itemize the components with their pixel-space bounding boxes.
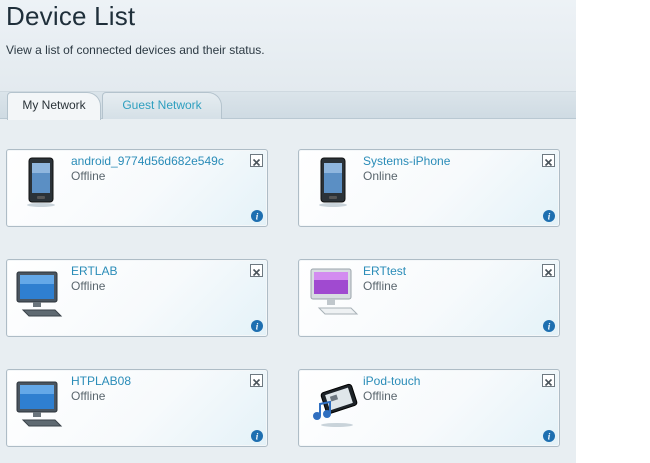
device-card[interactable]: HTPLAB08 Offline i [6,369,268,447]
device-status: Online [363,169,398,183]
close-icon [252,268,261,277]
device-status: Offline [363,279,398,293]
device-card[interactable]: android_9774d56d682e549c Offline i [6,149,268,227]
device-status: Offline [363,389,398,403]
device-grid: android_9774d56d682e549c Offline i Syste… [0,119,576,463]
page-title: Device List [6,1,136,31]
device-name[interactable]: HTPLAB08 [71,374,131,388]
device-card[interactable]: Systems-iPhone Online i [298,149,560,227]
close-icon [544,378,553,387]
info-icon[interactable]: i [543,210,555,222]
smartphone-icon [27,157,55,207]
close-icon [544,268,553,277]
remove-device-button[interactable] [542,374,555,387]
device-card[interactable]: iPod-touch Offline i [298,369,560,447]
tab-guest-network[interactable]: Guest Network [102,92,222,119]
close-icon [544,158,553,167]
info-icon[interactable]: i [251,320,263,332]
device-list-panel: Device List View a list of connected dev… [0,0,576,463]
remove-device-button[interactable] [250,264,263,277]
device-card[interactable]: ERTtest Offline i [298,259,560,337]
device-card[interactable]: ERTLAB Offline i [6,259,268,337]
device-name[interactable]: ERTtest [363,264,406,278]
page-header: Device List View a list of connected dev… [0,0,576,92]
device-status: Offline [71,389,106,403]
remove-device-button[interactable] [542,154,555,167]
device-name[interactable]: iPod-touch [363,374,420,388]
network-tabs: My Network Guest Network [0,92,576,120]
page-subtitle: View a list of connected devices and the… [6,43,265,57]
info-icon[interactable]: i [543,430,555,442]
smartphone-icon [319,157,347,207]
blank-area [576,0,650,463]
tab-my-network[interactable]: My Network [7,92,101,120]
info-icon[interactable]: i [251,210,263,222]
remove-device-button[interactable] [250,374,263,387]
imac-computer-icon [310,268,359,315]
close-icon [252,378,261,387]
device-name[interactable]: android_9774d56d682e549c [71,154,224,168]
media-player-icon [313,383,358,427]
info-icon[interactable]: i [543,320,555,332]
info-icon[interactable]: i [251,430,263,442]
device-name[interactable]: Systems-iPhone [363,154,450,168]
device-status: Offline [71,169,106,183]
remove-device-button[interactable] [250,154,263,167]
desktop-computer-icon [16,271,63,317]
remove-device-button[interactable] [542,264,555,277]
close-icon [252,158,261,167]
device-status: Offline [71,279,106,293]
device-name[interactable]: ERTLAB [71,264,117,278]
desktop-computer-icon [16,381,63,427]
